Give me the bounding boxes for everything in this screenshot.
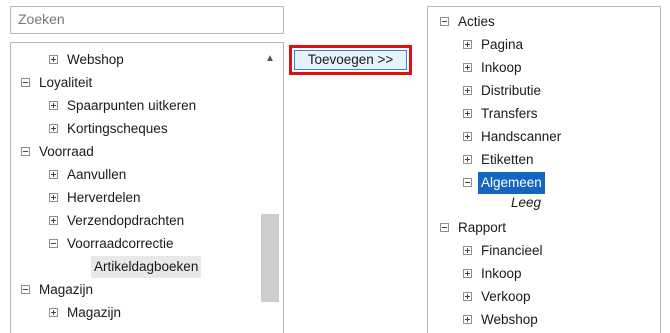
plus-box-icon[interactable] (49, 55, 58, 64)
plus-box-icon[interactable] (463, 292, 472, 301)
tree-item-label: Loyaliteit (39, 75, 93, 90)
scrollbar-thumb[interactable] (261, 214, 279, 302)
add-button-highlight: Toevoegen >> (289, 45, 412, 75)
tree-item-label: Webshop (67, 52, 124, 67)
plus-box-icon[interactable] (463, 269, 472, 278)
tree-item-label: Magazijn (39, 282, 94, 297)
tree-item-label: Transfers (481, 106, 538, 121)
tree-item-label: Verzendopdrachten (67, 213, 185, 228)
tree-item-label: Acties (458, 14, 495, 29)
plus-box-icon[interactable] (463, 40, 472, 49)
tree-item-label: Distributie (481, 83, 542, 98)
plus-box-icon[interactable] (49, 124, 58, 133)
plus-box-icon[interactable] (463, 63, 472, 72)
tree-item-label: Leeg (511, 195, 542, 210)
tree-item-label: Kortingscheques (67, 121, 168, 136)
plus-box-icon[interactable] (463, 155, 472, 164)
tree-item-label: Algemeen (478, 172, 545, 194)
tree-item-label: Rapport (458, 220, 507, 235)
tree-item-label: Handscanner (481, 129, 562, 144)
tree-item-label: Magazijn (67, 305, 122, 320)
available-items-tree[interactable]: Webshop Loyaliteit Spaarpunten uitkeren … (10, 42, 284, 333)
tree-item-label: Pagina (481, 37, 524, 52)
minus-box-icon[interactable] (21, 78, 30, 87)
plus-box-icon[interactable] (463, 315, 472, 324)
minus-box-icon[interactable] (440, 223, 449, 232)
selected-items-tree[interactable]: Acties Pagina Inkoop Distributie Transfe… (427, 6, 661, 333)
tree-item-label: Financieel (481, 243, 543, 258)
tree-item-label: Inkoop (481, 60, 522, 75)
tree-item-label: Verkoop (481, 289, 531, 304)
plus-box-icon[interactable] (49, 193, 58, 202)
chevron-up-icon[interactable]: ▲ (264, 54, 276, 64)
tree-item-label: Voorraad (39, 144, 94, 159)
tree-item-label: Inkoop (481, 266, 522, 281)
minus-box-icon[interactable] (463, 178, 472, 187)
tree-item-label: Etiketten (481, 152, 534, 167)
plus-box-icon[interactable] (49, 101, 58, 110)
search-input[interactable]: Zoeken (10, 6, 284, 34)
tree-item-label: Voorraadcorrectie (67, 236, 174, 251)
plus-box-icon[interactable] (49, 308, 58, 317)
tree-item-label: Artikeldagboeken (91, 256, 202, 278)
plus-box-icon[interactable] (463, 246, 472, 255)
plus-box-icon[interactable] (463, 86, 472, 95)
plus-box-icon[interactable] (49, 170, 58, 179)
minus-box-icon[interactable] (21, 285, 30, 294)
tree-item-label: Webshop (481, 312, 538, 327)
tree-item-label: Herverdelen (67, 190, 141, 205)
minus-box-icon[interactable] (440, 17, 449, 26)
plus-box-icon[interactable] (49, 216, 58, 225)
minus-box-icon[interactable] (21, 147, 30, 156)
tree-item-label: Aanvullen (67, 167, 127, 182)
add-button[interactable]: Toevoegen >> (294, 50, 407, 70)
tree-item-label: Spaarpunten uitkeren (67, 98, 197, 113)
minus-box-icon[interactable] (49, 239, 58, 248)
plus-box-icon[interactable] (463, 132, 472, 141)
plus-box-icon[interactable] (463, 109, 472, 118)
